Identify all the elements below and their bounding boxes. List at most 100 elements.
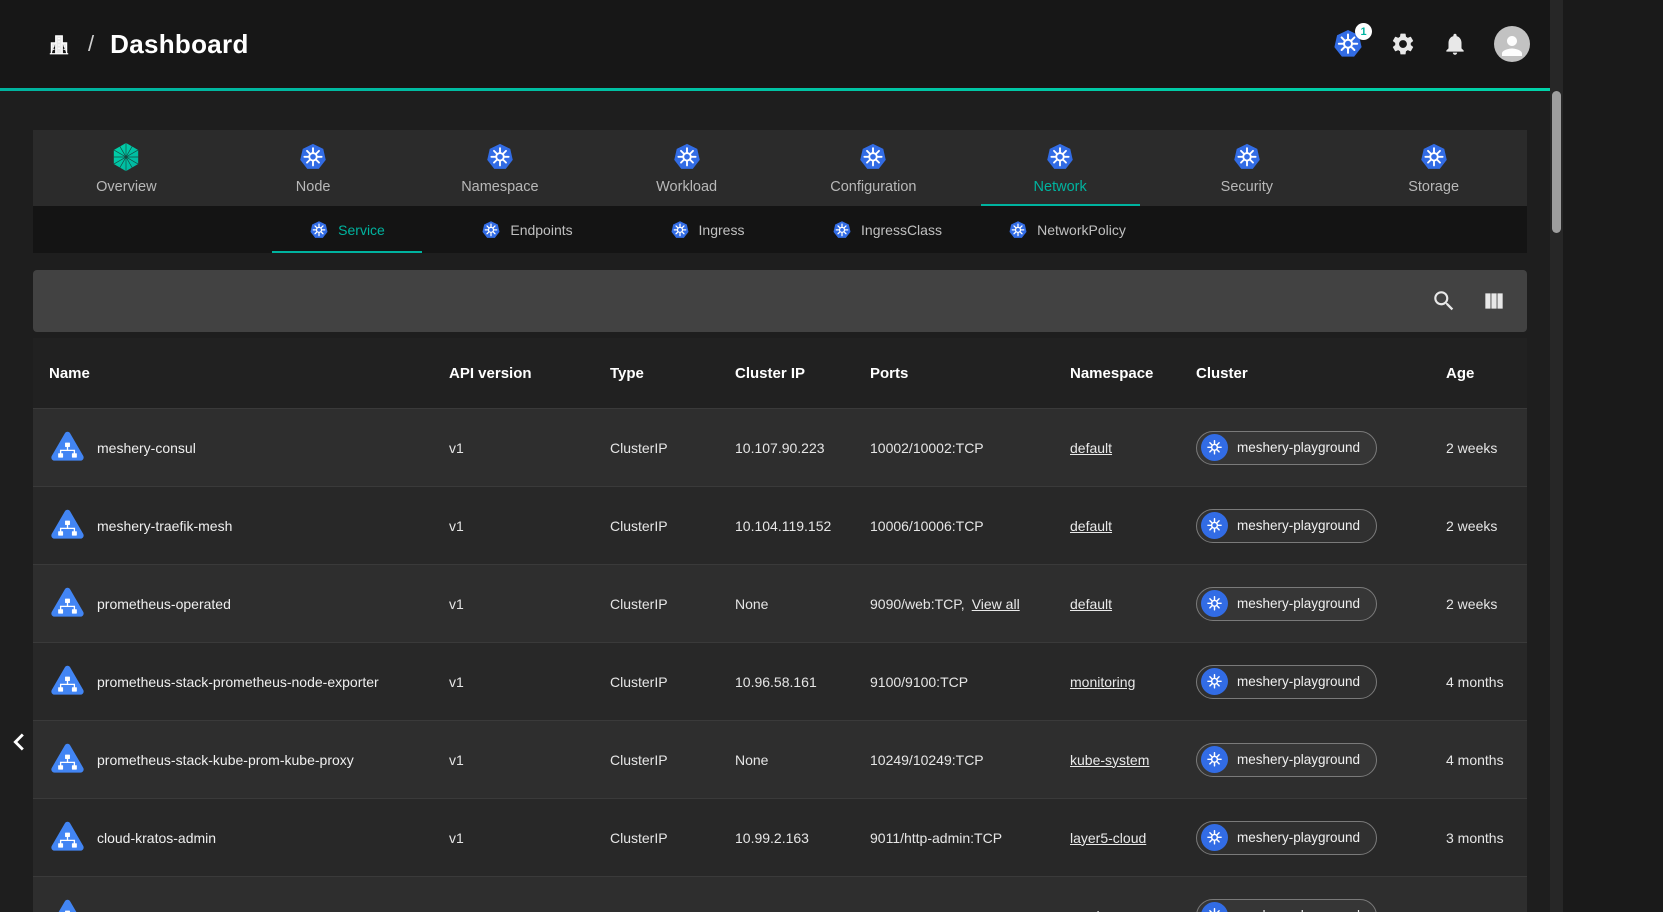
namespace-link[interactable]: default: [1070, 440, 1112, 456]
tab-label: Node: [296, 179, 331, 195]
table-row: meshery- meshery-playground: [33, 876, 1527, 912]
kubernetes-icon: [1201, 512, 1228, 539]
column-header-name[interactable]: Name: [33, 365, 449, 382]
scrollbar-thumb[interactable]: [1552, 91, 1561, 233]
column-header-age[interactable]: Age: [1446, 365, 1527, 382]
tab-node[interactable]: Node: [220, 130, 407, 206]
kubernetes-icon: [485, 142, 515, 172]
subtab-ingress[interactable]: Ingress: [617, 206, 797, 253]
accent-divider: [0, 88, 1550, 91]
table-toolbar: [33, 270, 1527, 332]
age: 2 weeks: [1446, 596, 1527, 612]
cluster-chip[interactable]: meshery-playground: [1196, 665, 1377, 699]
namespace-link[interactable]: kube-system: [1070, 752, 1149, 768]
column-header-type[interactable]: Type: [610, 365, 735, 382]
table-row: prometheus-stack-kube-prom-kube-proxy v1…: [33, 720, 1527, 798]
table-row: meshery-consul v1 ClusterIP 10.107.90.22…: [33, 408, 1527, 486]
resource-category-tabs: Overview Node Namespace Workload: [33, 130, 1527, 206]
kubernetes-icon: [1201, 668, 1228, 695]
service-name: cloud-kratos-admin: [97, 830, 216, 846]
cluster-chip-label: meshery-playground: [1237, 830, 1360, 845]
api-version: v1: [449, 440, 610, 456]
table-body: meshery-consul v1 ClusterIP 10.107.90.22…: [33, 408, 1527, 912]
column-header-ports[interactable]: Ports: [870, 365, 1070, 382]
namespace-link[interactable]: default: [1070, 596, 1112, 612]
tab-label: Overview: [96, 179, 156, 195]
ports: 10002/10002:TCP: [870, 440, 984, 456]
context-badge-count: 1: [1355, 23, 1372, 40]
tab-label: Configuration: [830, 179, 916, 195]
cluster-ip: 10.99.2.163: [735, 830, 870, 846]
notifications-bell-icon[interactable]: [1442, 31, 1468, 57]
app-header: / Dashboard 1: [0, 0, 1550, 88]
service-type: ClusterIP: [610, 830, 735, 846]
column-header-namespace[interactable]: Namespace: [1070, 365, 1196, 382]
meshery-logo-icon: [111, 142, 141, 172]
view-all-link[interactable]: View all: [972, 596, 1020, 612]
tab-overview[interactable]: Overview: [33, 130, 220, 206]
subtab-networkpolicy[interactable]: NetworkPolicy: [977, 206, 1157, 253]
tab-namespace[interactable]: Namespace: [407, 130, 594, 206]
cluster-chip[interactable]: meshery-playground: [1196, 743, 1377, 777]
service-type: ClusterIP: [610, 674, 735, 690]
namespace-link[interactable]: meshery-: [1070, 908, 1128, 912]
cluster-chip-label: meshery-playground: [1237, 674, 1360, 689]
subtab-label: Endpoints: [510, 222, 572, 238]
column-header-cluster[interactable]: Cluster: [1196, 365, 1446, 382]
tab-configuration[interactable]: Configuration: [780, 130, 967, 206]
tab-workload[interactable]: Workload: [593, 130, 780, 206]
cluster-chip[interactable]: meshery-playground: [1196, 587, 1377, 621]
organization-building-icon[interactable]: [46, 31, 72, 57]
namespace-link[interactable]: layer5-cloud: [1070, 830, 1146, 846]
breadcrumb-separator: /: [88, 31, 94, 57]
subtab-endpoints[interactable]: Endpoints: [437, 206, 617, 253]
api-version: v1: [449, 518, 610, 534]
kubernetes-icon: [1201, 902, 1228, 912]
kubernetes-icon: [670, 220, 690, 240]
cluster-chip-label: meshery-playground: [1237, 518, 1360, 533]
search-icon[interactable]: [1431, 288, 1457, 314]
service-name: prometheus-stack-prometheus-node-exporte…: [97, 674, 379, 690]
tab-security[interactable]: Security: [1154, 130, 1341, 206]
subtab-ingressclass[interactable]: IngressClass: [797, 206, 977, 253]
cluster-chip-label: meshery-playground: [1237, 908, 1360, 912]
kubernetes-icon: [1201, 824, 1228, 851]
subtab-service[interactable]: Service: [257, 206, 437, 253]
tab-label: Storage: [1408, 179, 1459, 195]
ports: 9011/http-admin:TCP: [870, 830, 1002, 846]
page-title: Dashboard: [110, 29, 249, 60]
tab-storage[interactable]: Storage: [1340, 130, 1527, 206]
age: 4 months: [1446, 752, 1527, 768]
tab-network[interactable]: Network: [967, 130, 1154, 206]
kubernetes-context-button[interactable]: 1: [1332, 28, 1364, 60]
cluster-ip: None: [735, 596, 870, 612]
column-header-api-version[interactable]: API version: [449, 365, 610, 382]
ports: 10006/10006:TCP: [870, 518, 984, 534]
column-header-cluster-ip[interactable]: Cluster IP: [735, 365, 870, 382]
kubernetes-icon: [1332, 47, 1364, 64]
service-icon: [49, 742, 86, 777]
cluster-chip[interactable]: meshery-playground: [1196, 431, 1377, 465]
api-version: v1: [449, 752, 610, 768]
settings-gear-icon[interactable]: [1390, 31, 1416, 57]
cluster-chip[interactable]: meshery-playground: [1196, 899, 1377, 912]
kubernetes-icon: [1201, 590, 1228, 617]
namespace-link[interactable]: monitoring: [1070, 674, 1135, 690]
namespace-link[interactable]: default: [1070, 518, 1112, 534]
cluster-chip[interactable]: meshery-playground: [1196, 509, 1377, 543]
chevron-left-icon: [2, 725, 36, 759]
subtab-label: Service: [338, 222, 385, 238]
vertical-scrollbar[interactable]: [1550, 0, 1563, 912]
table-row: cloud-kratos-admin v1 ClusterIP 10.99.2.…: [33, 798, 1527, 876]
drawer-collapse-button[interactable]: [2, 722, 36, 762]
service-type: ClusterIP: [610, 752, 735, 768]
table-row: prometheus-stack-prometheus-node-exporte…: [33, 642, 1527, 720]
header-actions: 1: [1332, 26, 1530, 62]
user-avatar[interactable]: [1494, 26, 1530, 62]
tab-label: Security: [1221, 179, 1273, 195]
cluster-chip-label: meshery-playground: [1237, 596, 1360, 611]
ports: 9090/web:TCP,: [870, 596, 965, 612]
view-columns-icon[interactable]: [1481, 288, 1507, 314]
age: 2 weeks: [1446, 440, 1527, 456]
cluster-chip[interactable]: meshery-playground: [1196, 821, 1377, 855]
